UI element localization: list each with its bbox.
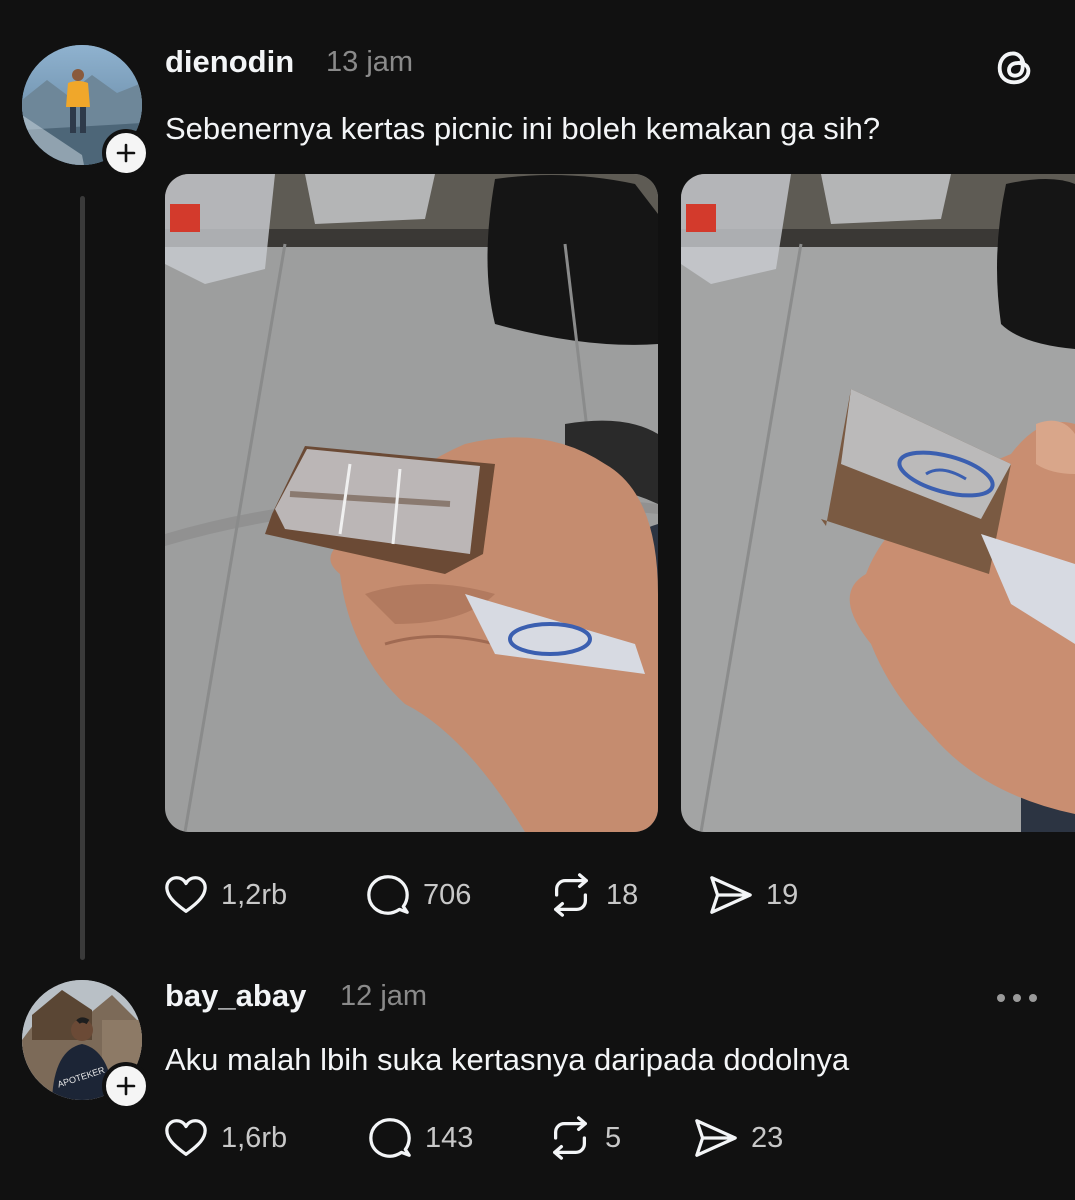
post-timestamp: 13 jam: [326, 46, 414, 78]
heart-icon: [165, 1119, 207, 1156]
post-actions: 1,2rb 706 18 19: [163, 870, 863, 920]
reply-share-count: 23: [751, 1121, 784, 1154]
threads-icon[interactable]: [992, 44, 1038, 90]
plus-icon: [116, 1076, 136, 1096]
reply-timestamp: 12 jam: [340, 980, 428, 1012]
plus-icon: [116, 143, 136, 163]
follow-reply-author-button[interactable]: [102, 1062, 150, 1110]
reply-like-button[interactable]: 1,6rb: [163, 1113, 287, 1163]
like-count: 1,2rb: [221, 878, 288, 911]
post-text: Sebenernya kertas picnic ini boleh kemak…: [165, 111, 881, 146]
speech-bubble-icon: [369, 1118, 411, 1158]
reply-button[interactable]: 706: [365, 870, 471, 920]
reply-actions: 1,6rb 143 5 23: [163, 1113, 863, 1163]
like-button[interactable]: 1,2rb: [163, 870, 287, 920]
reply-text: Aku malah lbih suka kertasnya daripada d…: [165, 1042, 850, 1077]
reply-username[interactable]: bay_abay: [165, 978, 306, 1014]
more-dots-icon[interactable]: [994, 990, 1040, 1006]
reply-repost-count: 5: [605, 1121, 622, 1154]
share-count: 19: [766, 878, 799, 911]
reply-like-count: 1,6rb: [221, 1121, 288, 1154]
paper-plane-icon: [695, 1119, 737, 1157]
speech-bubble-icon: [367, 875, 409, 915]
repost-icon: [554, 873, 588, 917]
repost-button[interactable]: 18: [548, 870, 638, 920]
thread-connector-line: [80, 196, 85, 960]
repost-icon: [553, 1116, 587, 1160]
reply-repost-button[interactable]: 5: [547, 1113, 621, 1163]
reply-count: 706: [423, 878, 472, 911]
reply-reply-button[interactable]: 143: [367, 1113, 473, 1163]
post-photo-2[interactable]: [681, 174, 1075, 832]
post-photo-1[interactable]: [165, 174, 658, 832]
heart-icon: [165, 876, 207, 913]
photo-dodol-hand-2: [681, 174, 1075, 832]
threads-feed: dienodin 13 jam Sebenernya kertas picnic…: [0, 0, 1075, 1200]
paper-plane-icon: [710, 876, 752, 914]
author-username[interactable]: dienodin: [165, 44, 294, 80]
reply-share-button[interactable]: 23: [693, 1113, 783, 1163]
reply-reply-count: 143: [425, 1121, 474, 1154]
repost-count: 18: [606, 878, 639, 911]
photo-dodol-hand-1: [165, 174, 658, 832]
share-button[interactable]: 19: [708, 870, 798, 920]
follow-author-button[interactable]: [102, 129, 150, 177]
